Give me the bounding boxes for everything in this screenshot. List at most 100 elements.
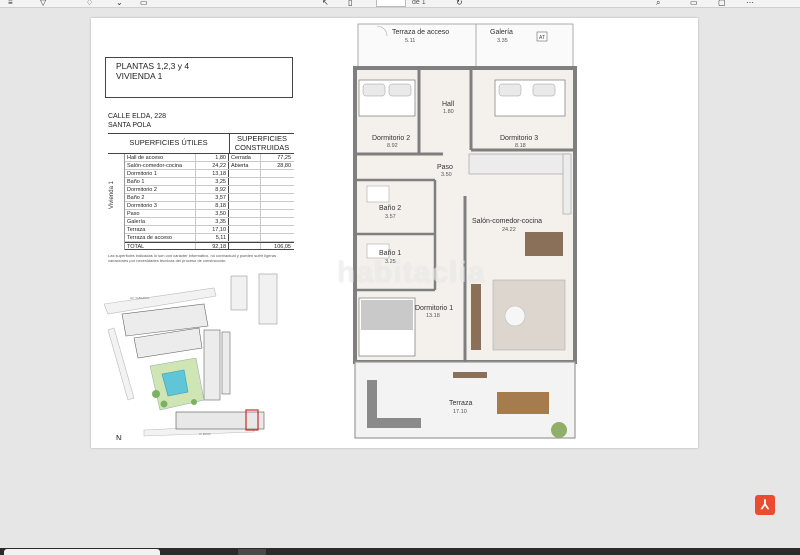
pdf-icon[interactable]: ⅄ — [755, 495, 775, 515]
taskbar — [0, 548, 800, 555]
address: CALLE ELDA, 228 SANTA POLA — [108, 112, 166, 130]
table-row: Dormitorio 1 13,18 — [125, 170, 294, 178]
table-row: Hall de acceso 1,80 Cerrada 77,25 — [125, 154, 294, 162]
cell-name: Baño 1 — [125, 178, 196, 185]
street-top-label: AV. TABARCA — [130, 296, 149, 300]
cell-cvalue: 77,25 — [277, 155, 291, 161]
cell-value: 8,92 — [196, 186, 229, 193]
header-construidas: SUPERFICIES CONSTRUIDAS — [230, 134, 294, 153]
cell-type: Cerrada — [229, 154, 261, 161]
north-label: N — [116, 434, 122, 440]
table-row: Paso 3,50 — [125, 210, 294, 218]
cell-value: 3,35 — [196, 218, 229, 225]
room-area-terraza-acceso: 5.11 — [405, 38, 415, 44]
address-line-1: CALLE ELDA, 228 — [108, 113, 166, 120]
cell-cvalue — [261, 210, 294, 217]
rotate-icon[interactable]: ↻ — [456, 0, 463, 7]
table-body: Vivienda 1 Hall de acceso 1,80 Cerrada 77,2… — [108, 154, 294, 250]
cell-name: Dormitorio 1 — [125, 170, 196, 177]
room-area-galeria: 3.35 — [497, 38, 508, 44]
room-name-galeria: Galería — [490, 29, 513, 36]
cell-name: Galería — [125, 218, 196, 225]
title-box: PLANTAS 1,2,3 y 4 VIVIENDA 1 — [105, 57, 293, 98]
page-number-input[interactable] — [376, 0, 406, 7]
cursor-icon[interactable]: ↖ — [322, 0, 329, 7]
cell-type: Abierta — [229, 162, 261, 169]
cell-value: 3,25 — [196, 178, 229, 185]
page-total: de 1 — [412, 0, 426, 6]
cell-cvalue — [261, 234, 294, 241]
vivienda-label: Vivienda 1 — [109, 181, 115, 209]
more-icon[interactable]: ⋯ — [746, 0, 754, 7]
cell-type — [229, 194, 261, 201]
title-line-1: PLANTAS 1,2,3 y 4 — [116, 61, 190, 71]
title-line-2: VIVIENDA 1 — [116, 71, 163, 81]
search-icon[interactable]: ⌕ — [656, 0, 660, 7]
cell-value: 24,22 — [196, 162, 229, 169]
cell-cvalue — [261, 202, 294, 209]
cell-type — [229, 218, 261, 225]
street-bottom-label: C/ ELDA — [199, 432, 211, 436]
fit-page-icon[interactable]: ▯ — [348, 0, 352, 7]
header-utiles: SUPERFICIES ÚTILES — [108, 134, 230, 153]
table-row: Baño 1 3,25 — [125, 178, 294, 186]
room-name-hall: Hall — [442, 101, 455, 108]
header-construidas-2: CONSTRUIDAS — [234, 142, 290, 152]
vivienda-column: Vivienda 1 — [108, 154, 125, 250]
cell-cvalue — [261, 218, 294, 225]
table-rows: Hall de acceso 1,80 Cerrada 77,25 Salón-come… — [125, 154, 294, 250]
print-icon[interactable]: ▭ — [690, 0, 698, 7]
room-name-dormitorio-1: Dormitorio 1 — [415, 305, 453, 312]
cell-value: 8,18 — [196, 202, 229, 209]
menu-icon[interactable]: ≡ — [8, 0, 13, 7]
cell-type — [229, 202, 261, 209]
cell-name: Paso — [125, 210, 196, 217]
cell-cvalue — [261, 194, 294, 201]
floor-plan: AT Terraza de acceso 5.11 Galería 3.35 H… — [349, 20, 581, 442]
cell-value: 3,50 — [196, 210, 229, 217]
pdf-page: PLANTAS 1,2,3 y 4 VIVIENDA 1 CALLE ELDA,… — [91, 18, 698, 448]
highlight-icon[interactable]: ♢ — [86, 0, 93, 7]
surfaces-table: SUPERFICIES ÚTILES SUPERFICIES CONSTRUIDA… — [108, 133, 294, 250]
cell-value: 17,10 — [196, 226, 229, 233]
cell-type — [229, 234, 261, 241]
cell-name: Terraza de acceso — [125, 234, 196, 241]
room-name-dormitorio-3: Dormitorio 3 — [500, 135, 538, 142]
cell-total-cvalue: 106,05 — [274, 244, 291, 250]
taskbar-search[interactable] — [4, 549, 160, 555]
room-name-paso: Paso — [437, 164, 453, 171]
room-area-dormitorio-2: 8.92 — [387, 143, 398, 149]
comment-icon[interactable]: ▭ — [140, 0, 148, 7]
taskbar-app[interactable] — [238, 549, 266, 555]
cell-value: 3,57 — [196, 194, 229, 201]
room-name-dormitorio-2: Dormitorio 2 — [372, 135, 410, 142]
cell-value: 13,18 — [196, 170, 229, 177]
cell-type — [229, 178, 261, 185]
room-name-bano-2: Baño 2 — [379, 205, 401, 212]
draw-icon[interactable]: ▽ — [40, 0, 46, 7]
room-area-hall: 1.80 — [443, 109, 454, 115]
cell-name: Dormitorio 3 — [125, 202, 196, 209]
cell-cvalue — [261, 186, 294, 193]
cell-cvalue — [261, 226, 294, 233]
address-line-2: SANTA POLA — [108, 122, 152, 129]
cell-name: Baño 2 — [125, 194, 196, 201]
table-row: Terraza 17,10 — [125, 226, 294, 234]
table-row: Dormitorio 2 8,92 — [125, 186, 294, 194]
room-area-terraza: 17.10 — [453, 409, 467, 415]
table-row: Galería 3,35 — [125, 218, 294, 226]
table-row: Terraza de acceso 5,11 — [125, 234, 294, 242]
galeria-tag: AT — [539, 35, 545, 41]
cell-name: Hall de acceso — [125, 154, 196, 161]
save-icon[interactable]: ▢ — [718, 0, 726, 7]
cell-cvalue — [261, 178, 294, 185]
room-area-dormitorio-1: 13.18 — [426, 313, 440, 319]
chevron-down-icon[interactable]: ⌄ — [116, 0, 123, 7]
cell-name: Salón-comedor-cocina — [125, 162, 196, 169]
cell-name: Terraza — [125, 226, 196, 233]
cell-total-value: 92,18 — [196, 243, 229, 250]
cell-value: 1,80 — [196, 154, 229, 161]
room-area-dormitorio-3: 8.18 — [515, 143, 526, 149]
cell-type — [229, 186, 261, 193]
room-name-terraza-acceso: Terraza de acceso — [392, 29, 449, 36]
